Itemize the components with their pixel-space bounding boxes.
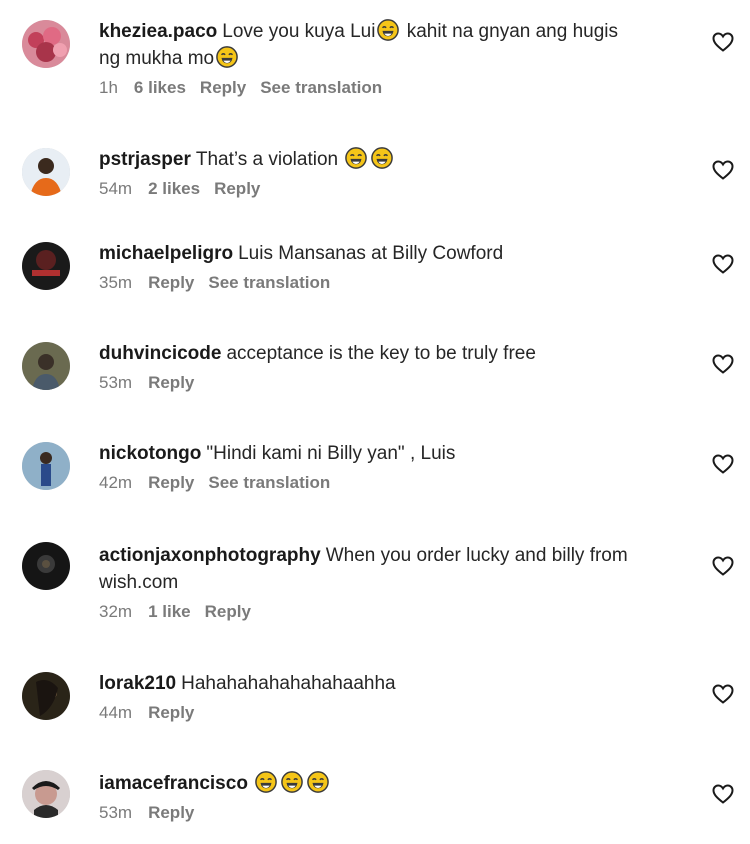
reply-button[interactable]: Reply — [200, 78, 246, 97]
laughing-emoji-icon — [377, 19, 399, 41]
avatar[interactable] — [22, 770, 70, 818]
heart-icon[interactable] — [711, 252, 735, 276]
see-translation-button[interactable]: See translation — [208, 473, 330, 492]
comment-username[interactable]: kheziea.paco — [99, 21, 217, 42]
see-translation-button[interactable]: See translation — [208, 273, 330, 292]
comment-time: 32m — [99, 602, 133, 621]
reply-button[interactable]: Reply — [148, 473, 194, 492]
laughing-emoji-icon — [307, 771, 329, 793]
laughing-emoji-icon — [255, 771, 277, 793]
comment-text: Hahahahahahahahaahha — [181, 673, 396, 694]
heart-icon[interactable] — [711, 682, 735, 706]
comment-time: 35m — [99, 273, 133, 292]
avatar[interactable] — [22, 442, 70, 490]
comment-time: 42m — [99, 473, 133, 492]
comment-username[interactable]: michaelpeligro — [99, 243, 233, 264]
laughing-emoji-icon — [345, 147, 367, 169]
comment-text: "Hindi kami ni Billy yan" , Luis — [206, 443, 456, 464]
heart-icon[interactable] — [711, 158, 735, 182]
avatar[interactable] — [22, 542, 70, 590]
comment-text: That’s a violation — [195, 149, 339, 170]
likes-count[interactable]: 2 likes — [148, 179, 200, 198]
comment-time: 53m — [99, 373, 133, 392]
heart-icon[interactable] — [711, 554, 735, 578]
comment-username[interactable]: lorak210 — [99, 673, 176, 694]
laughing-emoji-icon — [216, 46, 238, 68]
see-translation-button[interactable]: See translation — [260, 78, 382, 97]
avatar[interactable] — [22, 242, 70, 290]
comment-username[interactable]: actionjaxonphotography — [99, 545, 321, 566]
comment-username[interactable]: iamacefrancisco — [99, 773, 248, 794]
comment-username[interactable]: duhvincicode — [99, 343, 221, 364]
reply-button[interactable]: Reply — [148, 373, 194, 392]
comment-time: 44m — [99, 703, 133, 722]
comment-text: Love you kuya Lui — [222, 21, 376, 42]
reply-button[interactable]: Reply — [214, 179, 260, 198]
reply-button[interactable]: Reply — [148, 273, 194, 292]
heart-icon[interactable] — [711, 782, 735, 806]
avatar[interactable] — [22, 342, 70, 390]
reply-button[interactable]: Reply — [148, 703, 194, 722]
comment-time: 53m — [99, 803, 133, 822]
likes-count[interactable]: 1 like — [148, 602, 191, 621]
heart-icon[interactable] — [711, 352, 735, 376]
reply-button[interactable]: Reply — [148, 803, 194, 822]
heart-icon[interactable] — [711, 30, 735, 54]
comment-username[interactable]: nickotongo — [99, 443, 201, 464]
comment-text: ng mukha mo — [99, 48, 215, 69]
comment-text: acceptance is the key to be truly free — [226, 343, 536, 364]
comment-time: 1h — [99, 78, 118, 97]
reply-button[interactable]: Reply — [205, 602, 251, 621]
heart-icon[interactable] — [711, 452, 735, 476]
avatar[interactable] — [22, 20, 70, 68]
comment-text: kahit na gnyan ang hugis — [406, 21, 619, 42]
comment-username[interactable]: pstrjasper — [99, 149, 191, 170]
laughing-emoji-icon — [371, 147, 393, 169]
likes-count[interactable]: 6 likes — [134, 78, 186, 97]
avatar[interactable] — [22, 148, 70, 196]
avatar[interactable] — [22, 672, 70, 720]
comment-text: Luis Mansanas at Billy Cowford — [238, 243, 504, 264]
comment-time: 54m — [99, 179, 133, 198]
laughing-emoji-icon — [281, 771, 303, 793]
